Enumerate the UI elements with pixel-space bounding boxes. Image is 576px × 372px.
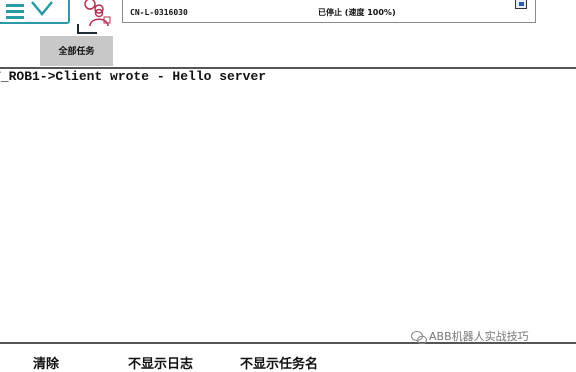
bottom-toolbar: 清除 不显示日志 不显示任务名 (0, 344, 576, 372)
status-panel[interactable]: CN-L-0316030 已停止 (速度 100%) (122, 0, 536, 23)
hide-task-name-button[interactable]: 不显示任务名 (240, 353, 318, 372)
clear-button[interactable]: 清除 (33, 353, 59, 372)
hide-log-button[interactable]: 不显示日志 (128, 353, 193, 372)
controller-status: 已停止 (速度 100%) (318, 8, 396, 17)
status-window-icon (515, 0, 527, 9)
tab-all-tasks[interactable]: 全部任务 (40, 36, 113, 66)
main-menu-button[interactable] (0, 0, 70, 24)
menu-icon (6, 1, 53, 19)
watermark: ABB机器人实战技巧 (429, 330, 529, 343)
wechat-icon (411, 331, 427, 345)
tab-connector-line (77, 32, 97, 34)
task-user-icon[interactable] (80, 0, 118, 26)
top-bar: CN-L-0316030 已停止 (速度 100%) (0, 0, 576, 26)
tab-all-tasks-label: 全部任务 (58, 47, 95, 57)
log-line: T_ROB1->Client wrote - Hello server (0, 69, 267, 84)
controller-name: CN-L-0316030 (130, 8, 188, 17)
